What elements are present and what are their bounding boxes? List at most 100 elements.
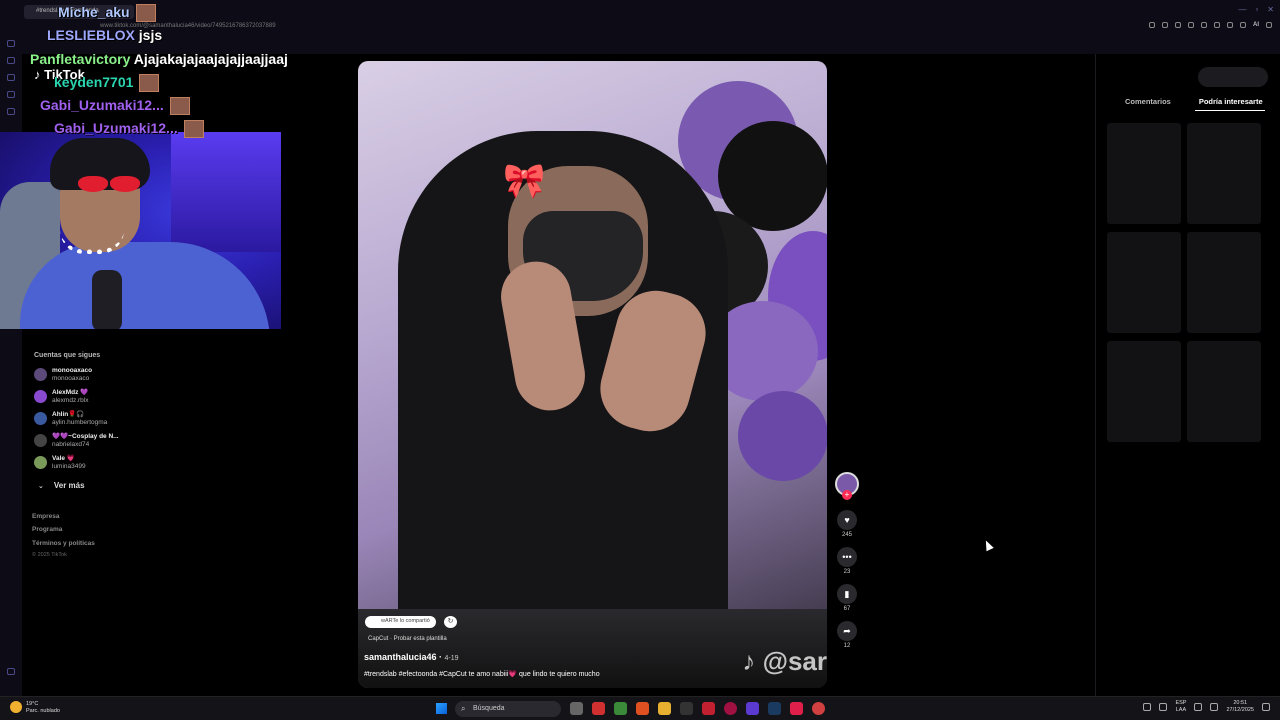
footer-link[interactable]: Empresa <box>32 513 59 520</box>
suggested-video-thumb[interactable] <box>1187 341 1261 442</box>
mic-icon[interactable] <box>1159 703 1168 711</box>
author-name: samanthalucia46 <box>364 652 437 662</box>
share-count: 12 <box>843 643 851 649</box>
app-icon[interactable] <box>592 702 605 715</box>
suggested-video-thumb[interactable] <box>1187 232 1261 333</box>
like-heart-icon[interactable]: ♥ <box>837 510 857 530</box>
bookmark-icon[interactable] <box>1149 22 1155 28</box>
settings-icon[interactable] <box>7 668 15 675</box>
account-item[interactable]: AlexMdz 💜 alexmdz.rblx <box>34 389 88 405</box>
weather-widget[interactable]: 19°C Parc. nublado <box>10 701 60 715</box>
app-icon[interactable] <box>812 702 825 715</box>
video-player[interactable]: 🎀 wARTe lo compartió ↻ CapCut · Probar e… <box>358 61 827 688</box>
ai-button[interactable]: AI <box>1253 22 1259 28</box>
steam-icon[interactable] <box>768 702 781 715</box>
tiktok-app-icon[interactable] <box>790 702 803 715</box>
clock-time: 20:51 <box>1233 700 1248 706</box>
repost-icon[interactable]: ↻ <box>444 616 457 628</box>
opera-icon[interactable] <box>724 702 737 715</box>
chevron-up-icon[interactable] <box>1143 703 1152 711</box>
avatar <box>34 456 47 469</box>
chat-message: Ajajakajajaajajajjaajjaaj <box>133 51 288 67</box>
app-icon[interactable] <box>702 702 715 715</box>
capcut-icon[interactable] <box>680 702 693 715</box>
background-wall <box>171 132 281 252</box>
extension-icon[interactable] <box>1240 22 1246 28</box>
account-item[interactable]: monooaxaco monooaxaco <box>34 367 92 383</box>
mouse-cursor <box>982 538 994 552</box>
cube-icon[interactable] <box>1227 22 1233 28</box>
share-icon[interactable]: ➦ <box>837 621 857 641</box>
chat-line: keyden7701 <box>54 74 160 93</box>
weather-temp: 19°C <box>26 701 39 707</box>
rail-icon[interactable] <box>7 108 15 115</box>
bookmark-icon[interactable]: ▮ <box>837 584 857 604</box>
network-icon[interactable] <box>1194 703 1203 711</box>
maximize-icon[interactable]: ▫ <box>1255 5 1258 14</box>
video-author[interactable]: samanthalucia46 · 4-19 <box>364 652 459 662</box>
account-name: Ahlin🌹🎧 <box>52 411 85 418</box>
clock[interactable]: 20:51 27/12/2025 <box>1226 700 1254 714</box>
avatar <box>34 368 47 381</box>
screenshot-icon[interactable] <box>1162 22 1168 28</box>
follow-plus-icon[interactable]: + <box>842 490 852 500</box>
footer-link[interactable]: Programa <box>32 526 62 533</box>
chat-line: LESLIEBLOX jsjs <box>47 27 162 43</box>
tab-suggestions[interactable]: Podría interesarte <box>1199 97 1263 106</box>
rail-icon[interactable] <box>7 91 15 98</box>
emote-icon <box>135 4 156 23</box>
footer-link[interactable]: Términos y políticas <box>32 540 95 547</box>
search-icon: ⌕ <box>461 704 466 713</box>
comment-count: 23 <box>843 569 851 575</box>
chat-message: jsjs <box>138 27 163 43</box>
folder-icon[interactable] <box>658 702 671 715</box>
suggested-video-thumb[interactable] <box>1187 123 1261 224</box>
avatar <box>34 412 47 425</box>
active-tab-underline <box>1195 110 1265 111</box>
chat-user: Panfletavictory <box>30 51 131 67</box>
chat-icon[interactable] <box>1214 22 1220 28</box>
close-icon[interactable]: ✕ <box>1267 5 1274 14</box>
chat-line: Gabi_Uzumaki12... <box>40 97 190 116</box>
post-date: 4-19 <box>444 655 459 662</box>
rail-icon[interactable] <box>7 40 15 47</box>
account-item[interactable]: Ahlin🌹🎧 aylin.humbertogma <box>34 411 107 427</box>
copyright: © 2025 TikTok <box>32 552 67 558</box>
heart-glasses-left <box>78 176 108 192</box>
emote-icon <box>139 74 160 93</box>
suggested-video-thumb[interactable] <box>1107 123 1181 224</box>
action-bar: + ♥ 245 ••• 23 ▮ 67 ➦ 12 <box>834 472 860 658</box>
comment-icon[interactable]: ••• <box>837 547 857 567</box>
account-name: Vale 💗 <box>52 455 75 462</box>
volume-icon[interactable] <box>1210 703 1219 711</box>
account-item[interactable]: Vale 💗 lumina3499 <box>34 455 86 471</box>
windows-start-icon[interactable] <box>436 703 447 714</box>
taskbar-search[interactable]: ⌕ Búsqueda <box>455 701 561 717</box>
minimize-icon[interactable]: — <box>1238 5 1246 14</box>
shared-by-pill[interactable]: wARTe lo compartió <box>365 616 436 628</box>
like-count: 245 <box>841 532 852 538</box>
rail-icon[interactable] <box>7 57 15 64</box>
chat-user: Miche_aku <box>58 4 130 20</box>
discord-icon[interactable] <box>746 702 759 715</box>
right-panel-toolbar[interactable] <box>1198 67 1268 87</box>
pink-bow: 🎀 <box>503 162 546 200</box>
task-view-icon[interactable] <box>570 702 583 715</box>
rail-icon[interactable] <box>7 74 15 81</box>
brave-icon[interactable] <box>636 702 649 715</box>
video-caption: #trendslab #efectoonda #CapCut te amo na… <box>364 671 600 678</box>
shield-icon[interactable] <box>1175 22 1181 28</box>
account-item[interactable]: 💜💜~Cosplay de N... nabrielaxd74 <box>34 433 119 449</box>
minecraft-icon[interactable] <box>614 702 627 715</box>
menu-icon[interactable] <box>1266 22 1272 28</box>
language-indicator[interactable]: ESP LAA <box>1175 700 1186 714</box>
suggested-video-thumb[interactable] <box>1107 232 1181 333</box>
notification-icon[interactable] <box>1262 703 1270 711</box>
heart-icon[interactable] <box>1201 22 1207 28</box>
suggested-video-thumb[interactable] <box>1107 341 1181 442</box>
capcut-template-link[interactable]: CapCut · Probar esta plantilla <box>368 636 447 642</box>
tab-comments[interactable]: Comentarios <box>1125 97 1171 106</box>
play-icon[interactable] <box>1188 22 1194 28</box>
see-more-button[interactable]: ⌄ Ver más <box>38 481 85 490</box>
chat-user: Gabi_Uzumaki12... <box>40 97 164 113</box>
